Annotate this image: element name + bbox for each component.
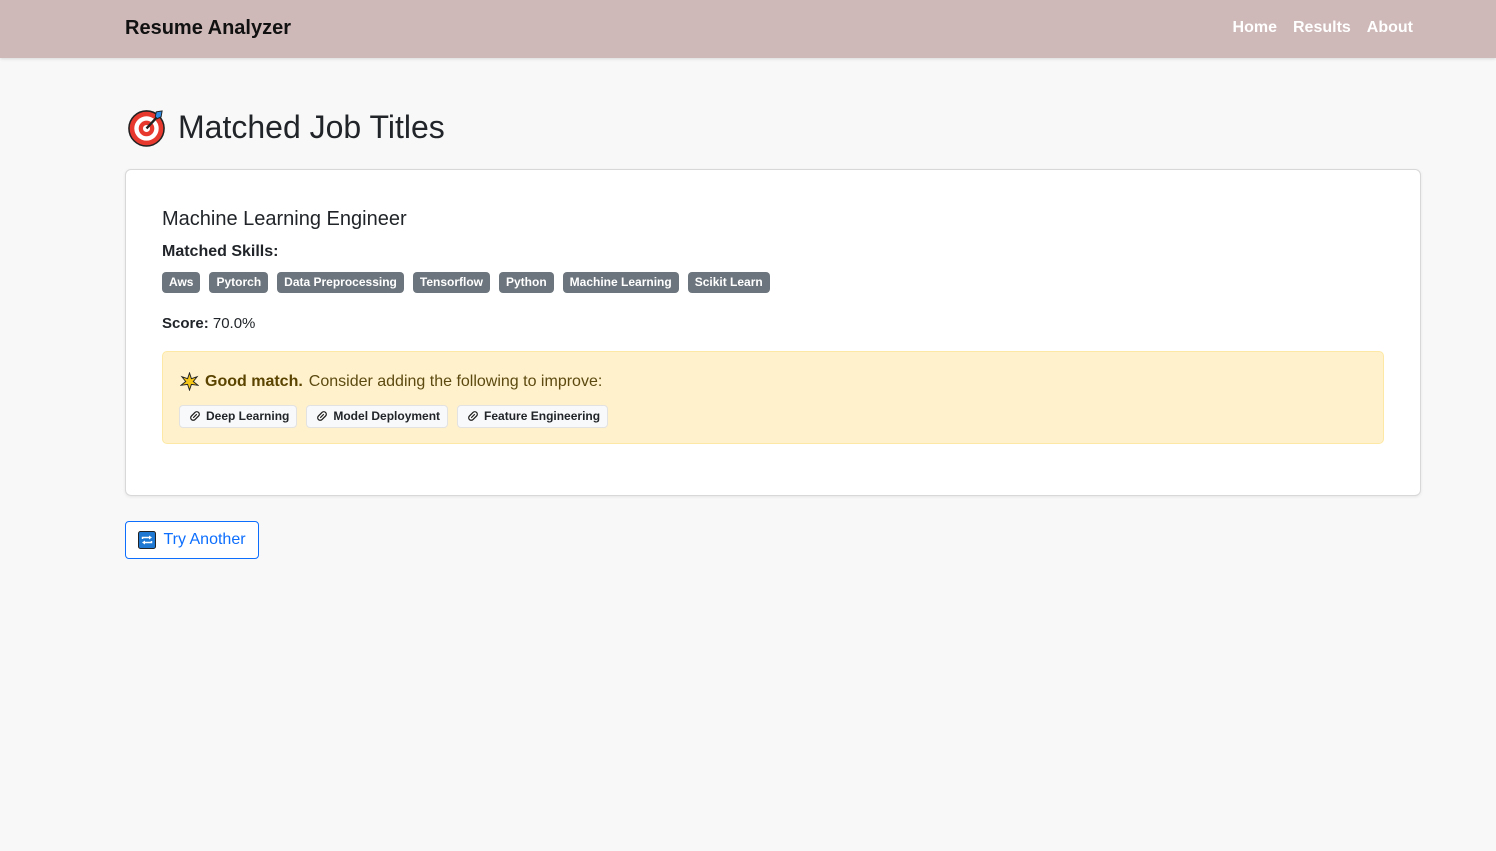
skill-badge: Python: [499, 272, 554, 293]
score-label: Score:: [162, 315, 209, 332]
alert-message: Good match. Consider adding the followin…: [180, 372, 602, 391]
nav-link-results[interactable]: Results: [1293, 19, 1351, 37]
try-another-button[interactable]: Try Another: [125, 521, 259, 559]
try-another-label: Try Another: [163, 531, 246, 548]
alert-text: Consider adding the following to improve…: [308, 372, 603, 390]
skill-badge: Tensorflow: [412, 272, 490, 293]
navbar: Resume Analyzer Home Results About: [0, 0, 1496, 58]
brand-title[interactable]: Resume Analyzer: [125, 17, 291, 40]
suggested-skill-label: Feature Engineering: [484, 409, 601, 423]
skill-badge: Pytorch: [209, 272, 269, 293]
skill-badge: Aws: [162, 272, 201, 293]
suggested-skill-badge: Deep Learning: [179, 405, 298, 428]
nav-links: Home Results About: [1233, 19, 1413, 37]
skill-badge: Machine Learning: [562, 272, 679, 293]
improvement-alert: Good match. Consider adding the followin…: [162, 351, 1384, 444]
job-title: Machine Learning Engineer: [162, 208, 407, 230]
suggested-skill-label: Model Deployment: [333, 409, 441, 423]
target-icon: [128, 110, 165, 147]
score-value: 70.0%: [212, 315, 256, 332]
job-match-card: Machine Learning Engineer Matched Skills…: [125, 169, 1421, 496]
skill-badge: Data Preprocessing: [277, 272, 404, 293]
page-heading: Matched Job Titles: [178, 109, 445, 145]
matched-skills-label: Matched Skills:: [162, 243, 279, 260]
sparkle-icon: [180, 372, 199, 391]
pill-icon: [190, 411, 200, 421]
suggested-skill-badge: Model Deployment: [306, 405, 449, 428]
pill-icon: [468, 411, 478, 421]
skill-badge: Scikit Learn: [687, 272, 770, 293]
suggested-skill-label: Deep Learning: [206, 409, 290, 423]
page-title: Matched Job Titles: [127, 108, 445, 147]
score: Score: 70.0%: [162, 315, 255, 332]
pill-icon: [317, 411, 328, 421]
suggested-skill-badge: Feature Engineering: [457, 405, 609, 428]
alert-strong: Good match.: [205, 372, 303, 390]
matched-skills-list: Aws Pytorch Data Preprocessing Tensorflo…: [162, 272, 770, 293]
repeat-icon: [138, 531, 157, 549]
nav-link-about[interactable]: About: [1367, 19, 1413, 37]
suggested-skills-list: Deep Learning Model Deployment Feature E…: [179, 405, 609, 428]
nav-link-home[interactable]: Home: [1233, 19, 1277, 37]
